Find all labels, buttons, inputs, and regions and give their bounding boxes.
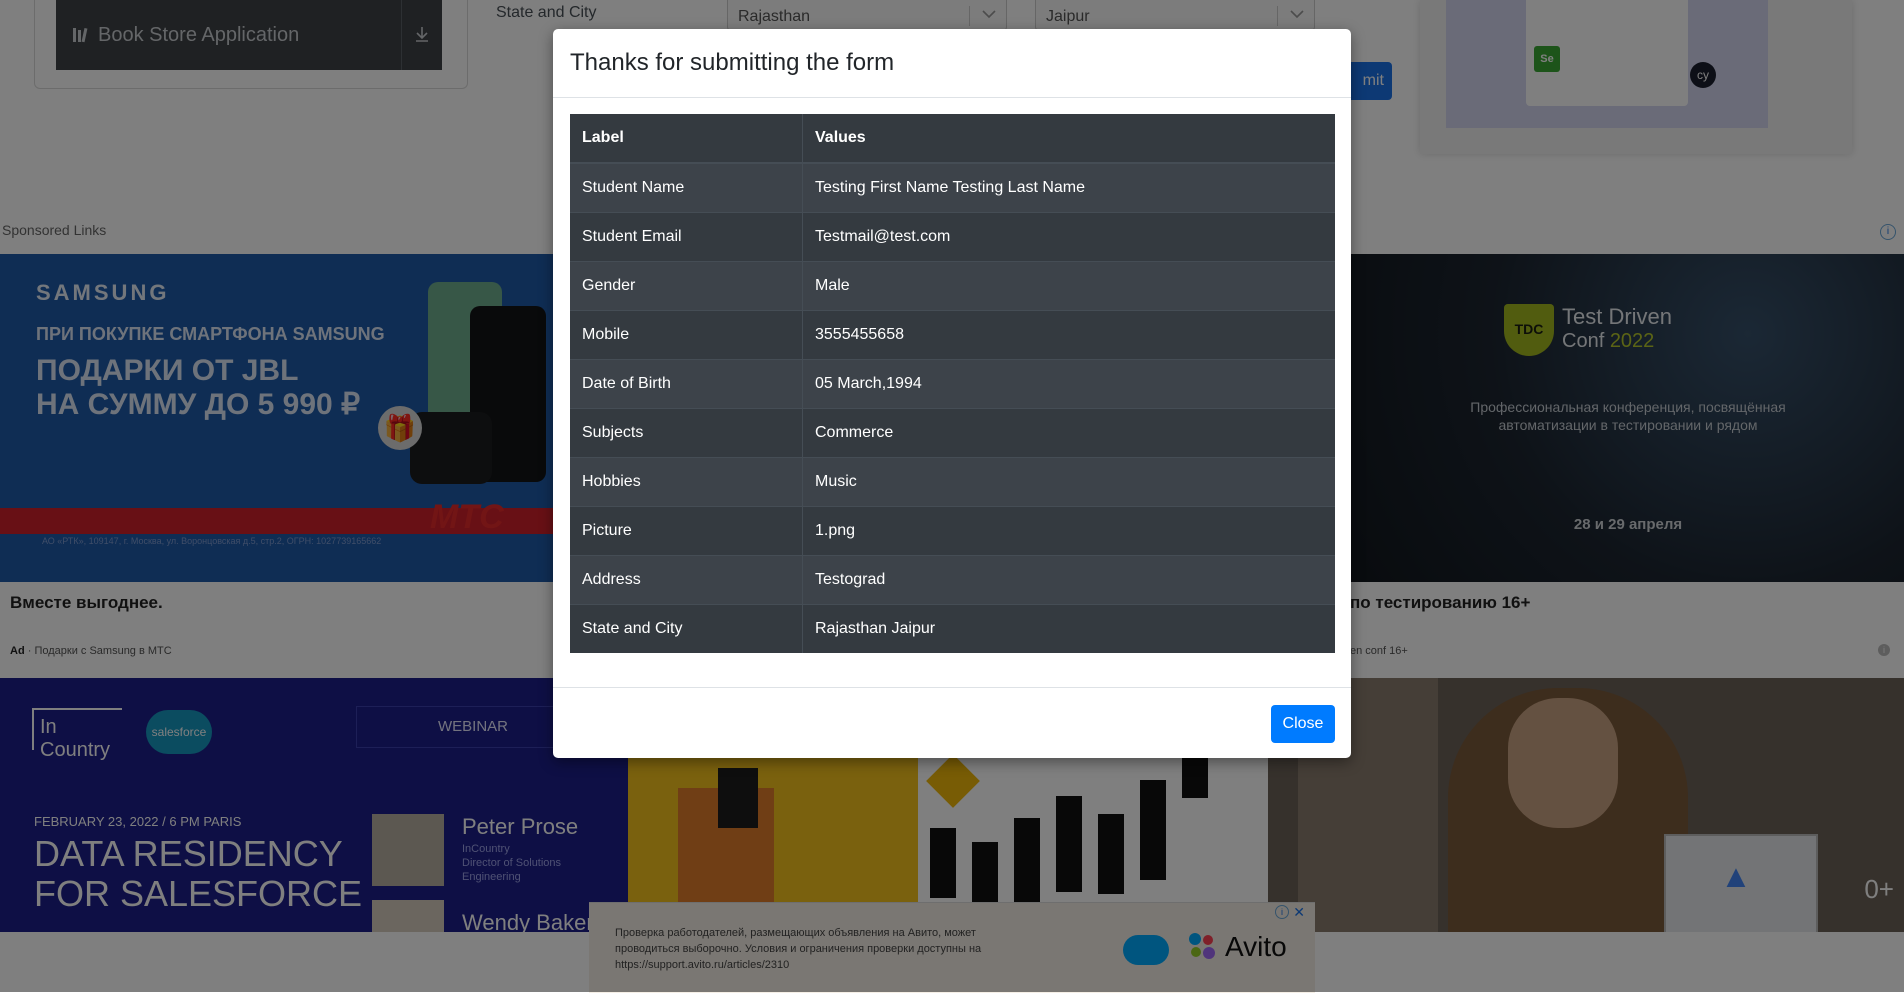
submission-modal: Thanks for submitting the form Label Val… bbox=[553, 29, 1351, 758]
modal-footer: Close bbox=[553, 687, 1351, 759]
table-row: Student Name Testing First Name Testing L… bbox=[570, 162, 1335, 213]
row-value: Commerce bbox=[802, 408, 1335, 458]
row-value: Music bbox=[802, 457, 1335, 507]
table-row: Mobile 3555455658 bbox=[570, 310, 1335, 360]
row-value: 1.png bbox=[802, 506, 1335, 556]
results-table: Label Values Student Name Testing First N… bbox=[570, 114, 1335, 653]
table-row: Student Email Testmail@test.com bbox=[570, 212, 1335, 262]
row-label: Address bbox=[570, 555, 803, 605]
row-label: Gender bbox=[570, 261, 803, 311]
table-row: Picture 1.png bbox=[570, 506, 1335, 556]
row-label: State and City bbox=[570, 604, 803, 653]
table-row: Subjects Commerce bbox=[570, 408, 1335, 458]
table-row: Hobbies Music bbox=[570, 457, 1335, 507]
modal-header: Thanks for submitting the form bbox=[553, 29, 1351, 98]
row-label: Student Name bbox=[570, 162, 803, 213]
row-label: Date of Birth bbox=[570, 359, 803, 409]
row-label: Picture bbox=[570, 506, 803, 556]
row-label: Student Email bbox=[570, 212, 803, 262]
row-label: Mobile bbox=[570, 310, 803, 360]
column-header-values: Values bbox=[802, 114, 1335, 164]
table-row: Gender Male bbox=[570, 261, 1335, 311]
row-value: Testing First Name Testing Last Name bbox=[802, 162, 1335, 213]
modal-title: Thanks for submitting the form bbox=[570, 49, 895, 76]
row-value: 05 March,1994 bbox=[802, 359, 1335, 409]
row-value: 3555455658 bbox=[802, 310, 1335, 360]
column-header-label: Label bbox=[570, 114, 803, 164]
page: Book Store Application State and City Ra… bbox=[0, 0, 1904, 993]
row-value: Testograd bbox=[802, 555, 1335, 605]
table-header-row: Label Values bbox=[570, 114, 1335, 164]
row-value: Testmail@test.com bbox=[802, 212, 1335, 262]
close-button[interactable]: Close bbox=[1271, 705, 1335, 743]
table-row: Address Testograd bbox=[570, 555, 1335, 605]
row-label: Subjects bbox=[570, 408, 803, 458]
row-value: Rajasthan Jaipur bbox=[802, 604, 1335, 653]
table-row: State and City Rajasthan Jaipur bbox=[570, 604, 1335, 653]
table-row: Date of Birth 05 March,1994 bbox=[570, 359, 1335, 409]
row-value: Male bbox=[802, 261, 1335, 311]
row-label: Hobbies bbox=[570, 457, 803, 507]
